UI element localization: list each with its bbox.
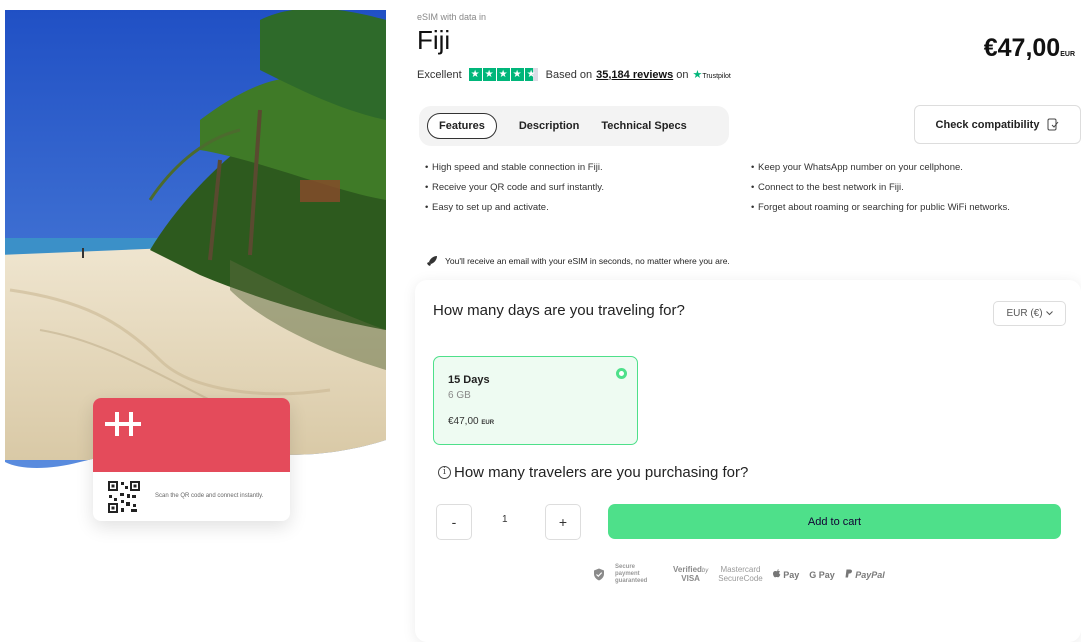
email-notice-text: You'll receive an email with your eSIM i… <box>445 255 730 266</box>
purchase-panel: How many days are you traveling for? EUR… <box>415 280 1081 642</box>
apple-pay-text: Pay <box>780 570 800 581</box>
payment-methods: Secure payment guaranteed Verifiedby VISA… <box>593 564 885 586</box>
travelers-question: i How many travelers are you purchasing … <box>438 464 748 481</box>
price-currency: EUR <box>1060 51 1075 58</box>
on-text: on <box>676 68 689 81</box>
feature-item: Keep your WhatsApp number on your cellph… <box>751 162 1051 174</box>
by-text: by <box>701 568 709 575</box>
rating-label: Excellent <box>417 68 462 81</box>
feature-item: High speed and stable connection in Fiji… <box>425 162 725 174</box>
trustpilot-logo: ★Trustpilot <box>692 68 730 81</box>
product-price: €47,00EUR <box>984 34 1075 63</box>
currency-select[interactable]: EUR (€) <box>993 301 1066 326</box>
feature-column-right: Keep your WhatsApp number on your cellph… <box>751 162 1051 223</box>
plan-option-15-days[interactable]: 15 Days 6 GB €47,00 EUR <box>433 356 638 445</box>
verified-by-visa-logo: Verifiedby VISA <box>673 566 708 583</box>
half-star-icon: ★ <box>524 68 538 81</box>
shield-check-icon <box>594 568 604 581</box>
product-title: Fiji <box>417 25 451 55</box>
visa-text: VISA <box>681 573 700 583</box>
trustpilot-star-icon: ★ <box>692 69 703 81</box>
tab-technical-specs[interactable]: Technical Specs <box>601 120 686 132</box>
mastercard-securecode-logo: Mastercard SecureCode <box>718 566 762 583</box>
rocket-icon <box>427 256 437 266</box>
feature-item: Connect to the best network in Fiji. <box>751 182 1051 194</box>
product-kicker: eSIM with data in <box>417 12 487 22</box>
star-icon: ★ <box>510 68 524 81</box>
card-scan-text: Scan the QR code and connect instantly. <box>155 493 264 500</box>
info-icon[interactable]: i <box>438 466 451 479</box>
travelers-question-text: How many travelers are you purchasing fo… <box>454 464 749 481</box>
card-brand-header <box>93 398 290 472</box>
hero-image <box>0 0 400 642</box>
brand-logo-icon <box>105 412 141 436</box>
securecode-text: SecureCode <box>718 573 763 583</box>
star-icon: ★ <box>468 68 482 81</box>
product-details: eSIM with data in Fiji €47,00EUR Excelle… <box>415 0 1081 642</box>
secure-payment-text: Secure payment guaranteed <box>615 564 648 585</box>
plan-data: 6 GB <box>448 390 471 401</box>
beach-photo <box>5 10 386 468</box>
check-compatibility-label: Check compatibility <box>935 118 1040 131</box>
trustpilot-text: Trustpilot <box>702 73 731 80</box>
decrease-quantity-button[interactable]: - <box>436 504 472 540</box>
qr-code-icon <box>107 479 141 514</box>
apple-icon <box>772 569 781 578</box>
trustpilot-rating: Excellent ★ ★ ★ ★ ★ Based on 35,184 revi… <box>417 68 731 81</box>
feature-item: Receive your QR code and surf instantly. <box>425 182 725 194</box>
reviews-link[interactable]: 35,184 reviews <box>596 69 673 81</box>
add-to-cart-button[interactable]: Add to cart <box>608 504 1061 539</box>
chevron-down-icon <box>1045 311 1053 316</box>
star-icon: ★ <box>496 68 510 81</box>
feature-item: Easy to set up and activate. <box>425 202 725 214</box>
star-icon: ★ <box>482 68 496 81</box>
quantity-value: 1 <box>502 514 508 525</box>
check-compatibility-button[interactable]: Check compatibility <box>914 105 1081 144</box>
rating-stars: ★ ★ ★ ★ ★ <box>468 68 538 81</box>
plan-price-amount: €47,00 <box>448 416 479 427</box>
price-amount: €47,00 <box>983 34 1061 62</box>
info-tabs: Features Description Technical Specs <box>419 106 729 146</box>
feature-item: Forget about roaming or searching for pu… <box>751 202 1051 214</box>
apple-pay-logo: Pay <box>772 569 800 581</box>
currency-select-value: EUR (€) <box>1006 308 1043 319</box>
google-pay-logo: G Pay <box>809 569 835 580</box>
based-on-text: Based on <box>545 68 593 81</box>
feature-column-left: High speed and stable connection in Fiji… <box>425 162 725 223</box>
phone-check-icon <box>1047 118 1059 131</box>
tab-features[interactable]: Features <box>427 113 497 139</box>
email-notice: You'll receive an email with your eSIM i… <box>427 255 730 266</box>
plan-price: €47,00 EUR <box>448 416 494 427</box>
increase-quantity-button[interactable]: + <box>545 504 581 540</box>
days-question: How many days are you traveling for? <box>433 302 685 319</box>
esim-card: Scan the QR code and connect instantly. <box>93 398 290 521</box>
tab-description[interactable]: Description <box>519 120 580 132</box>
paypal-icon <box>845 569 852 578</box>
plan-days: 15 Days <box>448 374 490 386</box>
plan-price-currency: EUR <box>481 420 495 426</box>
plan-radio-selected[interactable] <box>616 368 627 379</box>
paypal-logo: PayPal <box>845 569 885 580</box>
paypal-text: PayPal <box>855 570 885 581</box>
